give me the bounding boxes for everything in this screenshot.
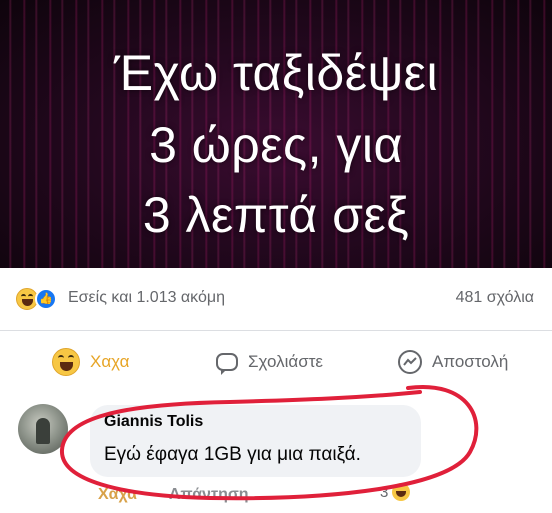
reactions-summary-text[interactable]: Εσείς και 1.013 ακόμη (68, 289, 225, 307)
comment-text: Εγώ έφαγα 1GB για μια παιξά. (104, 444, 361, 465)
reaction-icons[interactable]: 👍 (16, 288, 60, 310)
post-action-bar: Χαχα Σχολιάστε Αποστολή (0, 335, 552, 389)
send-button-label: Αποστολή (432, 352, 509, 371)
comment-author[interactable]: Giannis Tolis (104, 413, 203, 431)
messenger-icon (398, 350, 422, 374)
haha-button[interactable]: Χαχα (52, 335, 129, 389)
send-button[interactable]: Αποστολή (398, 335, 508, 389)
comments-count-link[interactable]: 481 σχόλια (456, 289, 534, 307)
post-image-banner[interactable]: Έχω ταξιδέψει 3 ώρες, για 3 λεπτά σεξ (0, 0, 552, 268)
haha-reaction-icon (392, 483, 411, 501)
comment-button-label: Σχολιάστε (248, 352, 323, 371)
comment-actions: Χαχα Απάντηση (98, 486, 249, 504)
comment-button[interactable]: Σχολιάστε (216, 335, 323, 389)
banner-text-line-3: 3 λεπτά σεξ (142, 187, 410, 243)
comment-reply-link[interactable]: Απάντηση (169, 486, 249, 503)
comment-haha-link[interactable]: Χαχα (98, 486, 137, 503)
avatar[interactable] (18, 404, 68, 454)
banner-text-line-2: 3 ώρες, για (149, 117, 403, 173)
comment-reaction-count[interactable]: 3 (380, 483, 411, 501)
haha-icon (52, 348, 80, 376)
comment-reaction-number: 3 (380, 483, 389, 501)
banner-text-line-1: Έχω ταξιδέψει (113, 45, 439, 101)
haha-button-label: Χαχα (90, 352, 130, 371)
like-reaction-icon: 👍 (35, 288, 57, 310)
comment-icon (216, 353, 238, 375)
